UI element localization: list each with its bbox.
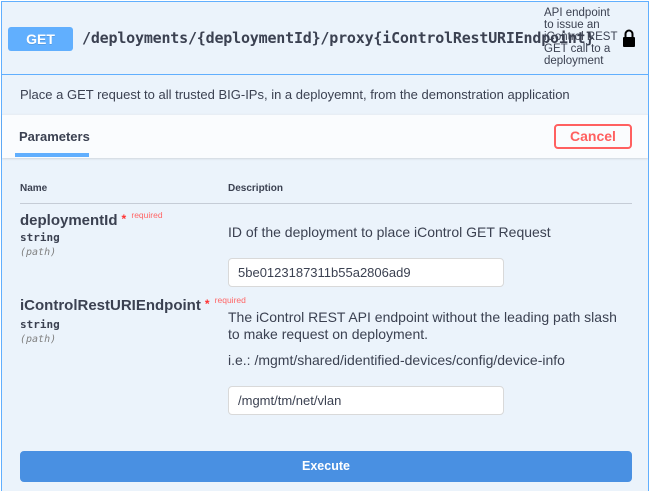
cancel-button[interactable]: Cancel bbox=[554, 124, 632, 149]
param-description: ID of the deployment to place iControl G… bbox=[228, 224, 551, 240]
operation-path: /deployments/{deploymentId}/proxy{iContr… bbox=[82, 29, 595, 47]
execute-button[interactable]: Execute bbox=[20, 451, 632, 482]
table-header-divider bbox=[20, 203, 632, 204]
param-type: string bbox=[20, 318, 60, 331]
param-name-icontrolresturiendpoint: iControlRestURIEndpoint * required bbox=[20, 295, 246, 314]
param-location: (path) bbox=[20, 247, 57, 258]
lock-icon[interactable] bbox=[622, 28, 636, 48]
tab-parameters[interactable]: Parameters bbox=[15, 129, 94, 144]
param-location: (path) bbox=[20, 334, 57, 345]
param-description: The iControl REST API endpoint without t… bbox=[228, 309, 617, 342]
param-example: i.e.: /mgmt/shared/identified-devices/co… bbox=[228, 352, 565, 368]
icontrolresturiendpoint-input[interactable]: /mgmt/tm/net/vlan bbox=[228, 386, 504, 415]
tab-active-indicator bbox=[15, 153, 89, 157]
required-star: * bbox=[204, 297, 210, 311]
deploymentid-input[interactable]: 5be0123187311b55a2806ad9 bbox=[228, 258, 504, 287]
required-label: required bbox=[131, 210, 163, 220]
column-header-description: Description bbox=[228, 183, 284, 194]
operation-summary[interactable]: GET /deployments/{deploymentId}/proxy{iC… bbox=[2, 2, 648, 75]
parameters-section-header: Parameters Cancel bbox=[2, 114, 648, 158]
description-text: Place a GET request to all trusted BIG-I… bbox=[20, 87, 570, 102]
operation-block: GET /deployments/{deploymentId}/proxy{iC… bbox=[1, 1, 649, 491]
param-name-deploymentid: deploymentId * required bbox=[20, 210, 163, 229]
param-type: string bbox=[20, 231, 60, 244]
required-label: required bbox=[214, 295, 246, 305]
http-method-badge: GET bbox=[8, 27, 73, 51]
column-header-name: Name bbox=[20, 183, 48, 194]
required-star: * bbox=[121, 212, 127, 226]
operation-description: Place a GET request to all trusted BIG-I… bbox=[2, 76, 648, 114]
operation-summary-text: API endpoint to issue an iControl REST G… bbox=[544, 7, 618, 67]
